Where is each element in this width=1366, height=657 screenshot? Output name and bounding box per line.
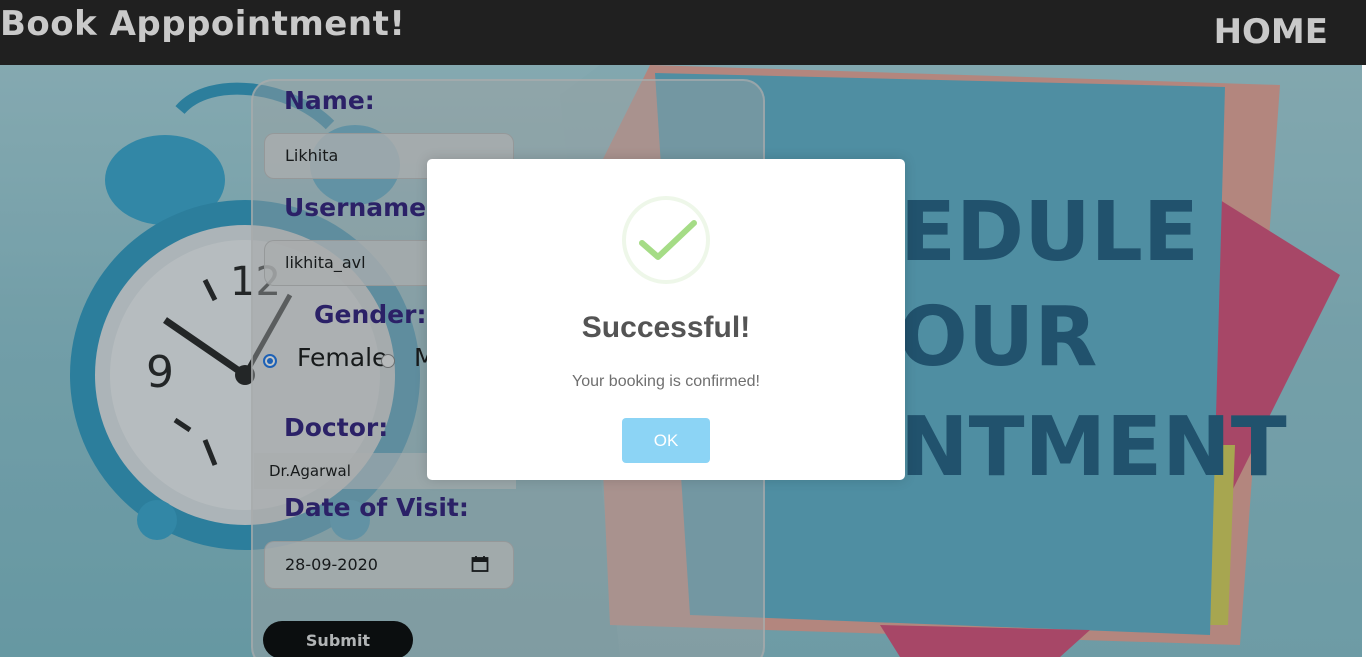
top-navbar: Book Apppointment! HOME — [0, 0, 1366, 65]
checkmark-icon — [639, 220, 697, 260]
success-modal: Successful! Your booking is confirmed! O… — [427, 159, 905, 480]
ok-button[interactable]: OK — [622, 418, 710, 463]
modal-message: Your booking is confirmed! — [572, 373, 760, 390]
modal-title: Successful! — [581, 311, 751, 344]
page-title: Book Apppointment! — [0, 4, 406, 44]
home-link[interactable]: HOME — [1214, 12, 1328, 52]
